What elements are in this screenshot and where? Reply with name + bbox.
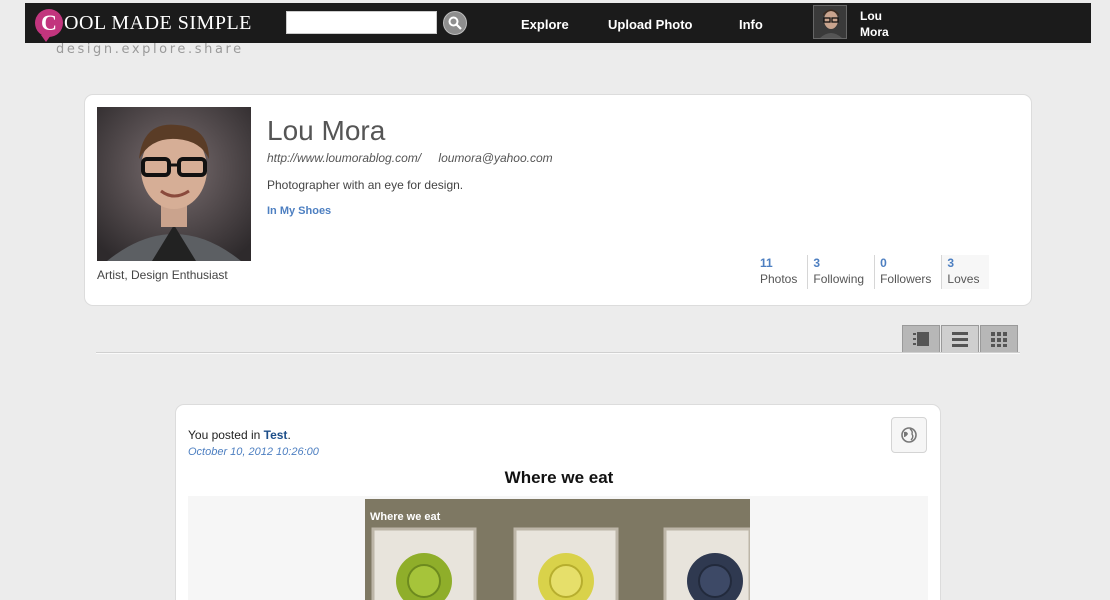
post-date[interactable]: October 10, 2012 10:26:00	[188, 446, 319, 458]
profile-album-link[interactable]: In My Shoes	[267, 205, 331, 217]
logo-speech-bubble-icon: C	[35, 9, 63, 42]
logo-letter: C	[41, 10, 57, 35]
profile-photo	[97, 107, 251, 261]
nav-upload-photo-link[interactable]: Upload Photo	[608, 17, 693, 32]
post-image-caption: Where we eat	[370, 511, 441, 523]
post-category-link[interactable]: Test	[264, 428, 288, 442]
post-title: Where we eat	[504, 468, 614, 487]
profile-stats: 11 Photos 3 Following 0 Followers 3 Love…	[755, 255, 990, 289]
stat-count: 11	[760, 256, 773, 270]
detail-view-icon	[952, 332, 968, 347]
user-last-name: Mora	[860, 25, 889, 39]
user-menu-name[interactable]: Lou Mora	[860, 8, 889, 40]
stat-label: Photos	[760, 272, 798, 286]
stat-label: Followers	[880, 272, 932, 286]
profile-card: Artist, Design Enthusiast Lou Mora http:…	[84, 94, 1032, 306]
profile-bio: Photographer with an eye for design.	[267, 178, 464, 192]
profile-contact-links: http://www.loumorablog.com/ loumora@yaho…	[267, 151, 553, 165]
search-icon	[448, 16, 462, 30]
nav-explore-link[interactable]: Explore	[521, 17, 569, 32]
user-first-name: Lou	[860, 9, 882, 23]
detail-view-toggle[interactable]	[941, 325, 979, 353]
stat-count: 3	[947, 256, 955, 270]
section-divider	[96, 352, 1020, 354]
share-button[interactable]	[891, 417, 927, 453]
user-portrait-thumbnail	[814, 6, 846, 38]
profile-name: Lou Mora	[267, 115, 386, 146]
post-meta-prefix: You posted in	[188, 428, 261, 442]
stat-label: Loves	[947, 272, 980, 286]
list-view-toggle[interactable]	[902, 325, 940, 353]
stat-followers[interactable]: 0 Followers	[874, 255, 941, 289]
grid-view-toggle[interactable]	[980, 325, 1018, 353]
post-image-area: Where we eat	[188, 496, 928, 600]
stat-loves[interactable]: 3 Loves	[941, 255, 990, 289]
profile-email-link[interactable]: loumora@yahoo.com	[438, 151, 552, 165]
top-navigation-bar: C OOL MADE SIMPLE Explore Upload Photo I…	[25, 3, 1091, 43]
stat-following[interactable]: 3 Following	[807, 255, 874, 289]
nav-info-link[interactable]: Info	[739, 17, 763, 32]
list-view-icon	[913, 332, 929, 346]
logo-text: OOL MADE SIMPLE	[64, 11, 252, 34]
post-meta: You posted in Test.	[188, 428, 291, 442]
user-avatar[interactable]	[813, 5, 847, 39]
post-image[interactable]: Where we eat	[365, 499, 750, 600]
stat-count: 0	[880, 256, 887, 270]
search-button[interactable]	[443, 11, 467, 35]
profile-website-link[interactable]: http://www.loumorablog.com/	[267, 151, 421, 165]
stat-label: Following	[813, 272, 865, 286]
grid-view-icon	[991, 332, 1007, 347]
profile-role: Artist, Design Enthusiast	[97, 268, 228, 282]
globe-icon	[901, 427, 917, 443]
site-tagline: design.explore.share	[56, 42, 244, 57]
post-card: You posted in Test. October 10, 2012 10:…	[175, 404, 941, 600]
stat-photos[interactable]: 11 Photos	[755, 255, 807, 289]
stat-count: 3	[813, 256, 821, 270]
profile-portrait-image	[97, 107, 251, 261]
post-meta-suffix: .	[287, 428, 291, 442]
search-input[interactable]	[286, 11, 437, 34]
site-logo[interactable]: C OOL MADE SIMPLE	[35, 8, 252, 42]
